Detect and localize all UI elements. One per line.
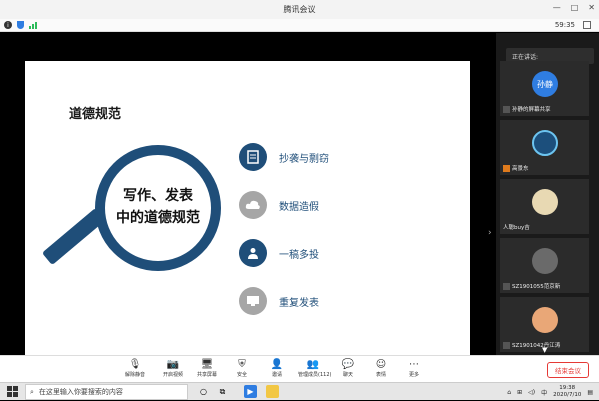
slide-item-plagiarism: 抄袭与剽窃 <box>239 143 329 171</box>
invite-button[interactable]: 👤 邀请 <box>262 359 292 378</box>
signal-icon[interactable] <box>29 21 37 29</box>
people-icon[interactable]: ⌂ <box>507 389 511 396</box>
slide-item-label: 重复发表 <box>279 297 319 309</box>
windows-taskbar: ⌕ 在这里输入你要搜索的内容 ○ ⧉ ▶ ⌂ ⊞ ◁) 中 19:38 2020… <box>0 382 599 400</box>
slide-item-duplicate-publication: 重复发表 <box>239 287 319 315</box>
scroll-down-icon[interactable]: ▼ <box>542 346 547 354</box>
invite-icon: 👤 <box>270 359 284 370</box>
participant-name: SZ1901042丹江涛 <box>512 343 561 349</box>
participants-panel: 正在讲话: 孙静 孙静的屏幕共享 高景东 人聪buy吉 SZ1901055范京新… <box>496 33 599 355</box>
participant-tile[interactable]: 高景东 <box>500 120 589 175</box>
emoji-button[interactable]: ☺ 表情 <box>366 359 396 378</box>
more-button[interactable]: ⋯ 更多 <box>399 359 429 378</box>
participant-name: 高景东 <box>512 166 529 172</box>
window-title: 腾讯会议 <box>283 5 316 14</box>
camera-off-icon: 📷 <box>166 359 180 370</box>
window-titlebar: 腾讯会议 — □ ✕ <box>0 0 599 19</box>
tencent-meeting-app-icon[interactable]: ▶ <box>244 385 257 398</box>
layout-grid-icon[interactable] <box>583 21 591 29</box>
magnifier-line-1: 写作、发表 <box>123 188 193 204</box>
presentation-slide: 道德规范 写作、发表 中的道德规范 抄袭与剽窃 数据造假 一稿多投 重复发表 <box>25 61 470 372</box>
mic-muted-icon <box>503 341 510 349</box>
start-video-button[interactable]: 📷 开启视频 <box>158 359 188 378</box>
participant-tile[interactable]: SZ1901055范京新 <box>500 238 589 293</box>
maximize-icon[interactable]: □ <box>571 3 579 12</box>
task-view-icon[interactable]: ⧉ <box>216 385 229 398</box>
info-icon[interactable]: i <box>4 21 12 29</box>
host-icon <box>503 164 510 172</box>
share-screen-icon: 🖥 <box>200 359 214 370</box>
monitor-icon <box>239 287 267 315</box>
participant-tile[interactable]: SZ1901042丹江涛 <box>500 297 589 352</box>
chat-icon: 💬 <box>341 359 355 370</box>
avatar <box>532 189 558 215</box>
mic-muted-icon <box>503 282 510 290</box>
search-placeholder: 在这里输入你要搜索的内容 <box>38 388 123 396</box>
avatar <box>532 130 558 156</box>
slide-title: 道德规范 <box>69 107 122 122</box>
cortana-icon[interactable]: ○ <box>197 385 210 398</box>
slide-item-label: 一稿多投 <box>279 249 319 261</box>
shield-icon: ⛨ <box>238 359 246 370</box>
security-shield-icon[interactable] <box>17 21 24 29</box>
minimize-icon[interactable]: — <box>553 3 561 12</box>
meeting-toolbar: 🎙 解除静音 📷 开启视频 🖥 共享屏幕 ⛨ 安全 👤 邀请 👥 管理成员(112) 💬 聊天… <box>0 355 599 382</box>
avatar <box>532 307 558 333</box>
ime-indicator[interactable]: 中 <box>541 388 547 397</box>
taskbar-clock[interactable]: 19:38 2020/7/10 <box>553 385 581 399</box>
security-button[interactable]: ⛨ 安全 <box>227 359 257 378</box>
meeting-duration: 59:35 <box>554 21 575 29</box>
volume-icon[interactable]: ◁) <box>528 389 535 396</box>
members-icon: 👥 <box>306 359 320 370</box>
avatar: 孙静 <box>532 71 558 97</box>
network-icon[interactable]: ⊞ <box>517 389 522 396</box>
person-icon <box>239 239 267 267</box>
participant-name: SZ1901055范京新 <box>512 284 561 290</box>
more-icon: ⋯ <box>409 359 419 370</box>
slide-item-data-fabrication: 数据造假 <box>239 191 319 219</box>
slide-item-duplicate-submission: 一稿多投 <box>239 239 319 267</box>
participant-name: 孙静的屏幕共享 <box>512 107 551 113</box>
screen-share-icon <box>503 105 510 113</box>
notification-icon[interactable]: ▤ <box>587 389 593 396</box>
participant-name: 人聪buy吉 <box>503 225 530 231</box>
chat-button[interactable]: 💬 聊天 <box>333 359 363 378</box>
start-button[interactable] <box>7 386 18 397</box>
system-tray: ⌂ ⊞ ◁) 中 19:38 2020/7/10 ▤ <box>507 383 599 401</box>
emoji-icon: ☺ <box>375 359 387 370</box>
meeting-status-bar: i 59:35 <box>0 19 599 32</box>
magnifier-text: 写作、发表 中的道德规范 <box>105 185 211 229</box>
manage-members-button[interactable]: 👥 管理成员(112) <box>298 359 331 378</box>
share-screen-button[interactable]: 🖥 共享屏幕 <box>192 359 222 378</box>
collapse-panel-icon[interactable]: › <box>488 228 492 238</box>
close-icon[interactable]: ✕ <box>588 3 595 12</box>
slide-item-label: 抄袭与剽窃 <box>279 153 329 165</box>
magnifier-line-2: 中的道德规范 <box>116 210 200 226</box>
cloud-icon <box>239 191 267 219</box>
taskbar-search-box[interactable]: ⌕ 在这里输入你要搜索的内容 <box>25 384 188 400</box>
avatar <box>532 248 558 274</box>
unmute-button[interactable]: 🎙 解除静音 <box>120 359 150 378</box>
slide-item-label: 数据造假 <box>279 201 319 213</box>
shared-screen-stage: 道德规范 写作、发表 中的道德规范 抄袭与剽窃 数据造假 一稿多投 重复发表 › <box>0 33 496 372</box>
end-meeting-button[interactable]: 结束会议 <box>547 362 589 378</box>
mic-muted-icon: 🎙 <box>128 359 142 370</box>
search-icon: ⌕ <box>30 387 34 396</box>
file-explorer-icon[interactable] <box>266 385 279 398</box>
participant-tile[interactable]: 孙静 孙静的屏幕共享 <box>500 61 589 116</box>
document-icon <box>239 143 267 171</box>
participant-tile[interactable]: 人聪buy吉 <box>500 179 589 234</box>
